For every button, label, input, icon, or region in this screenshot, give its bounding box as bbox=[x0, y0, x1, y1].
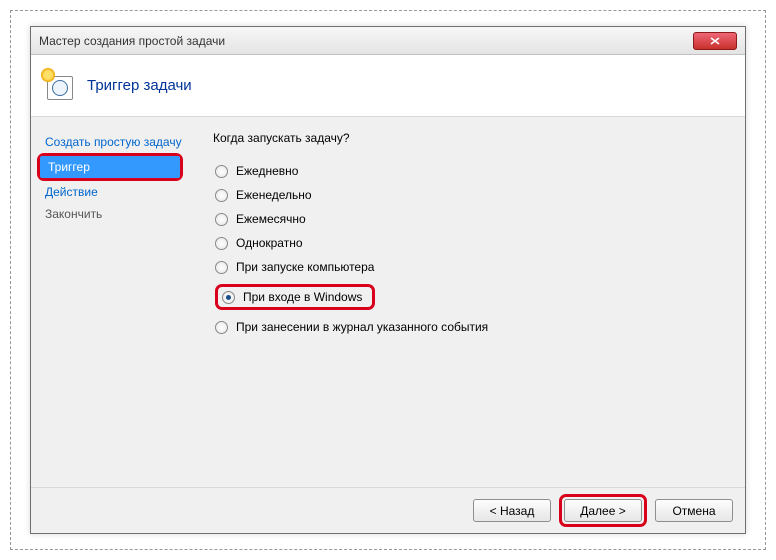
radio-icon bbox=[215, 321, 228, 334]
wizard-body: Создать простую задачу Триггер Действие … bbox=[31, 117, 745, 487]
titlebar: Мастер создания простой задачи bbox=[31, 27, 745, 55]
task-scheduler-icon bbox=[43, 70, 75, 102]
highlight-next-button: Далее > bbox=[559, 494, 647, 527]
option-event[interactable]: При занесении в журнал указанного событи… bbox=[213, 315, 733, 339]
sidebar-item-trigger[interactable]: Триггер bbox=[40, 156, 180, 178]
option-label: При входе в Windows bbox=[243, 290, 362, 304]
wizard-footer: < Назад Далее > Отмена bbox=[31, 487, 745, 533]
cancel-button[interactable]: Отмена bbox=[655, 499, 733, 522]
close-button[interactable] bbox=[693, 32, 737, 50]
next-button[interactable]: Далее > bbox=[564, 499, 642, 522]
option-label: Ежедневно bbox=[236, 164, 298, 178]
radio-icon bbox=[215, 237, 228, 250]
back-button[interactable]: < Назад bbox=[473, 499, 551, 522]
close-icon bbox=[710, 37, 720, 45]
trigger-question: Когда запускать задачу? bbox=[213, 131, 733, 145]
option-label: При запуске компьютера bbox=[236, 260, 374, 274]
wizard-steps-sidebar: Создать простую задачу Триггер Действие … bbox=[31, 117, 201, 487]
highlight-logon-option: При входе в Windows bbox=[215, 284, 375, 310]
option-label: Однократно bbox=[236, 236, 303, 250]
window-title: Мастер создания простой задачи bbox=[39, 34, 225, 48]
page-title: Триггер задачи bbox=[87, 77, 192, 94]
sidebar-item-create[interactable]: Создать простую задачу bbox=[37, 131, 201, 153]
wizard-header: Триггер задачи bbox=[31, 55, 745, 117]
radio-icon bbox=[215, 165, 228, 178]
option-weekly[interactable]: Еженедельно bbox=[213, 183, 733, 207]
option-logon-row[interactable]: При входе в Windows bbox=[213, 279, 733, 315]
radio-icon bbox=[215, 261, 228, 274]
option-label: Еженедельно bbox=[236, 188, 312, 202]
radio-icon bbox=[215, 189, 228, 202]
option-label: При занесении в журнал указанного событи… bbox=[236, 320, 488, 334]
wizard-content: Когда запускать задачу? Ежедневно Еженед… bbox=[201, 117, 745, 487]
wizard-window: Мастер создания простой задачи Триггер з… bbox=[30, 26, 746, 534]
option-startup[interactable]: При запуске компьютера bbox=[213, 255, 733, 279]
option-label: Ежемесячно bbox=[236, 212, 306, 226]
option-daily[interactable]: Ежедневно bbox=[213, 159, 733, 183]
option-once[interactable]: Однократно bbox=[213, 231, 733, 255]
highlight-trigger-step: Триггер bbox=[37, 153, 183, 181]
sidebar-item-finish[interactable]: Закончить bbox=[37, 203, 201, 225]
radio-icon bbox=[222, 291, 235, 304]
sidebar-item-action[interactable]: Действие bbox=[37, 181, 201, 203]
radio-icon bbox=[215, 213, 228, 226]
option-monthly[interactable]: Ежемесячно bbox=[213, 207, 733, 231]
